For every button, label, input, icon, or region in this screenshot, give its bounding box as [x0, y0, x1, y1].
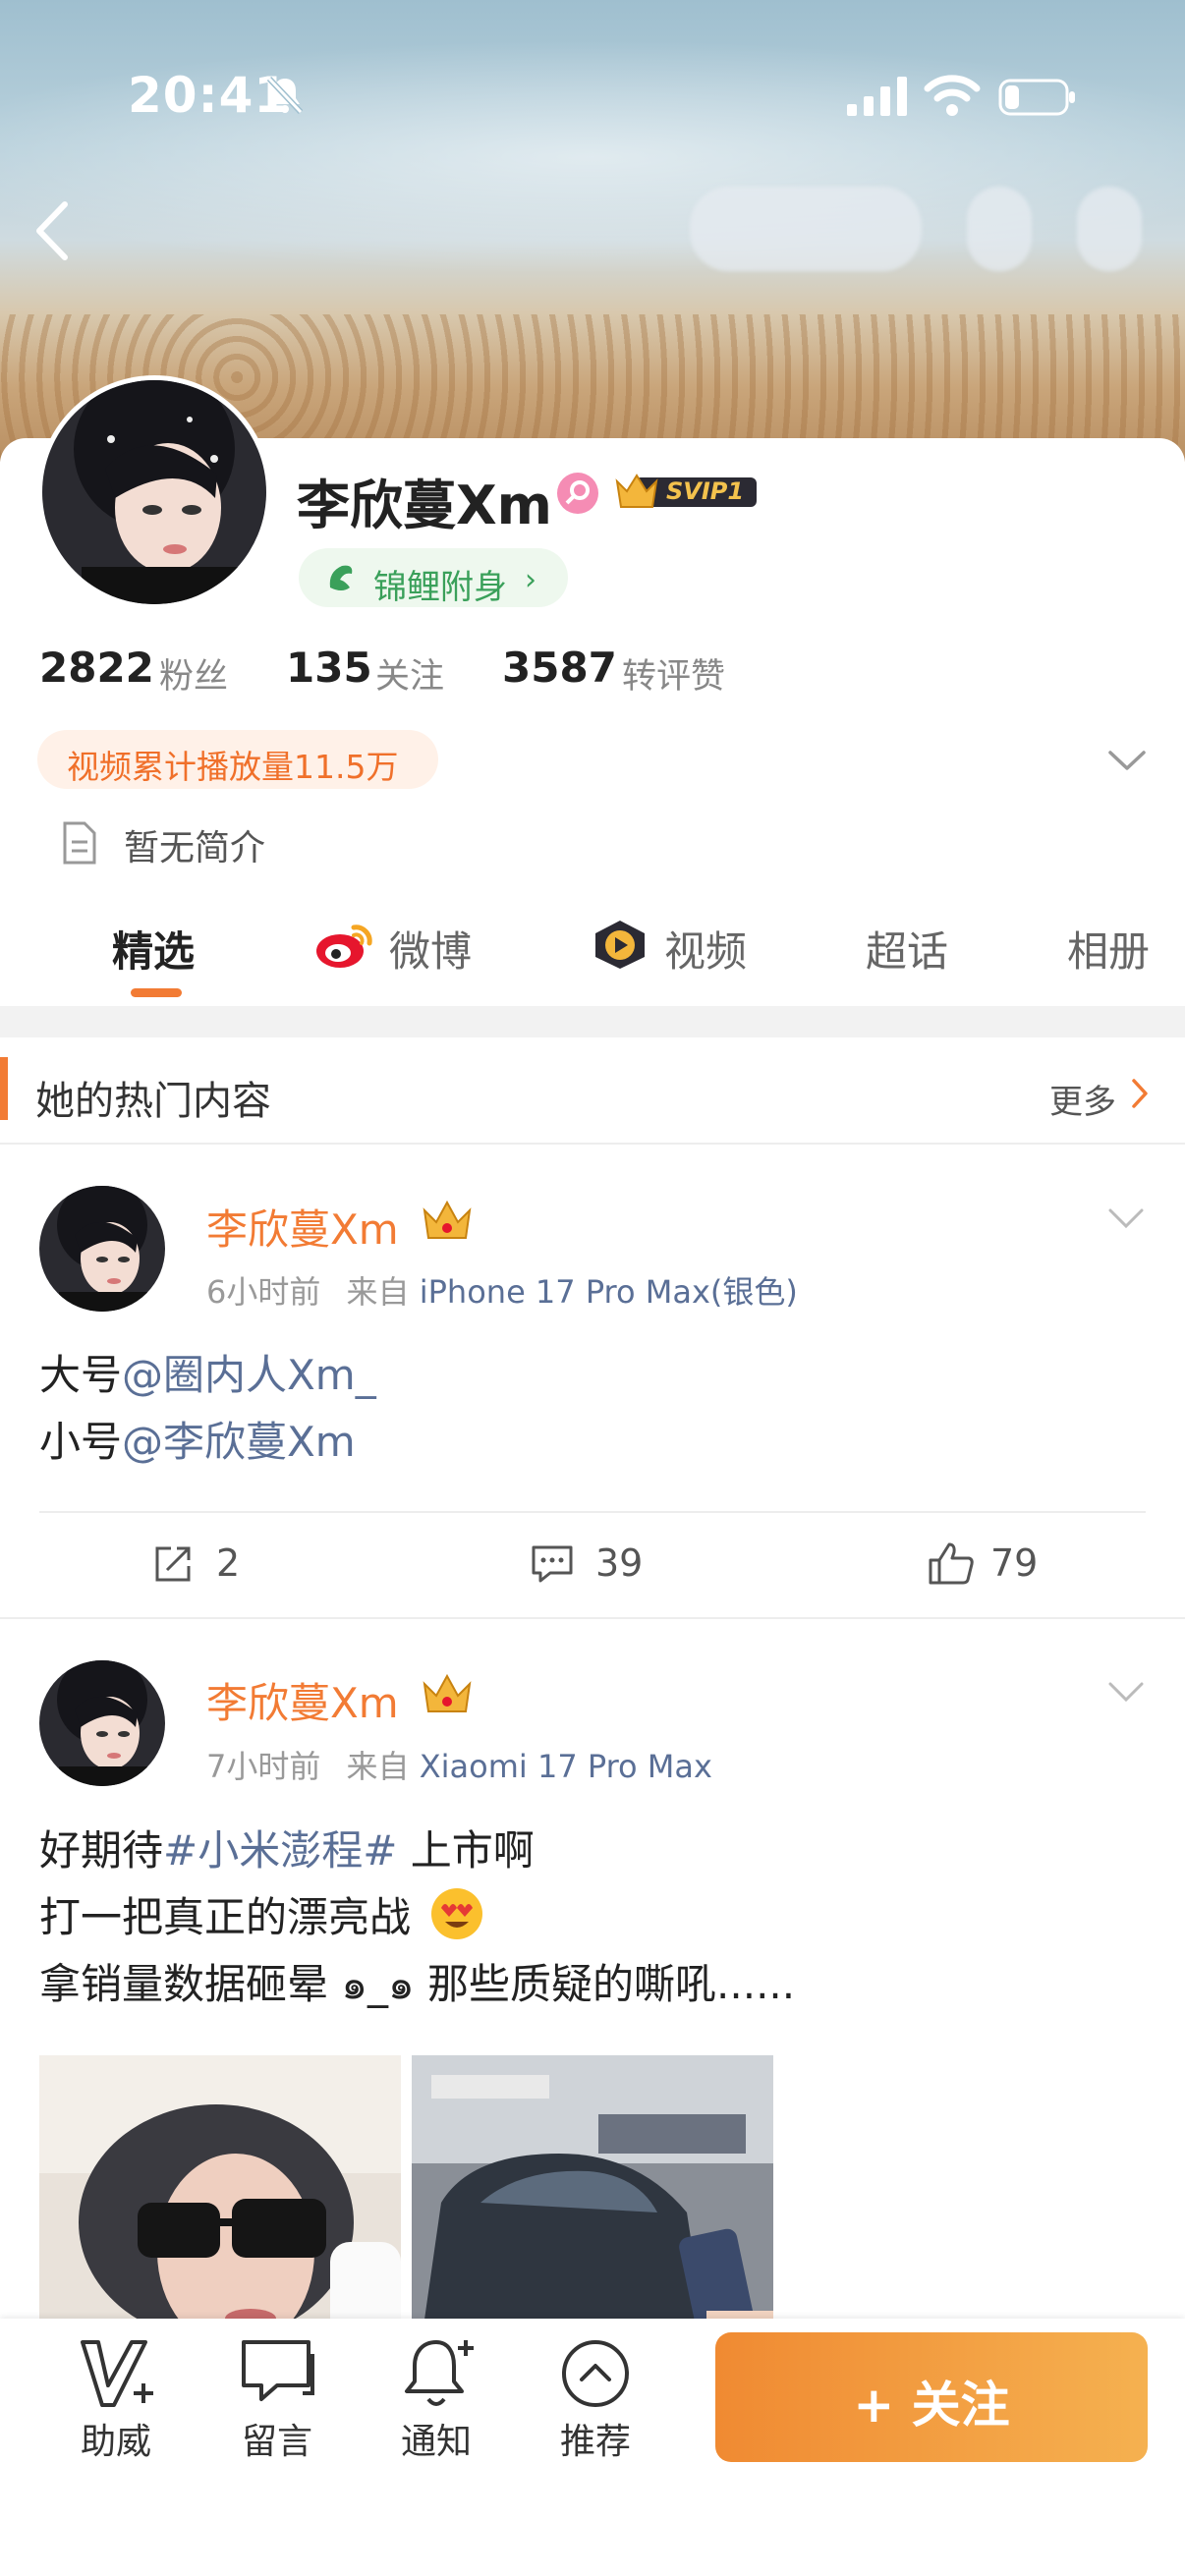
post-menu-chevron-icon[interactable]: [1106, 1206, 1146, 1232]
followers-label[interactable]: 粉丝: [159, 648, 228, 699]
message-bubble-icon[interactable]: [238, 2334, 316, 2413]
following-label[interactable]: 关注: [375, 648, 444, 699]
like-count[interactable]: 79: [990, 1541, 1038, 1585]
interactions-count[interactable]: 3587: [502, 644, 617, 692]
notification-bell-icon[interactable]: [397, 2334, 476, 2413]
post-author-avatar[interactable]: [39, 1660, 165, 1786]
post-text: 好期待: [39, 1826, 164, 1875]
tab-supertopic[interactable]: 超话: [866, 919, 948, 979]
battery-icon: [998, 79, 1075, 116]
message-label[interactable]: 留言: [218, 2413, 336, 2464]
weibo-icon: [316, 924, 372, 968]
followers-count[interactable]: 2822: [39, 644, 154, 692]
post-separator: [0, 1617, 1185, 1619]
tab-video[interactable]: 视频: [664, 919, 747, 979]
comment-icon[interactable]: [531, 1544, 574, 1584]
tab-album[interactable]: 相册: [1067, 919, 1150, 979]
profile-name: 李欣蔓Xm: [297, 475, 552, 536]
back-arrow-icon[interactable]: [28, 196, 77, 265]
like-thumb-icon[interactable]: [928, 1540, 975, 1586]
post-text: 小号: [39, 1418, 123, 1466]
tab-weibo[interactable]: 微博: [389, 919, 472, 979]
interactions-label[interactable]: 转评赞: [622, 648, 725, 699]
post-image-car[interactable]: [412, 2055, 773, 2340]
repost-count[interactable]: 2: [216, 1541, 240, 1585]
follow-button-label[interactable]: + 关注: [715, 2366, 1148, 2436]
chevron-right-icon[interactable]: [1130, 1077, 1150, 1110]
section-divider: [0, 1006, 1185, 1037]
header-menu-button[interactable]: [1077, 187, 1142, 271]
mention-link[interactable]: @李欣蔓Xm: [122, 1418, 356, 1466]
mention-link[interactable]: @圈内人Xm_: [122, 1351, 376, 1399]
chevron-right-icon: ›: [525, 563, 536, 597]
heart-eyes-emoji-icon: [431, 1888, 483, 1939]
crown-icon: [423, 1673, 472, 1712]
post-text: 大号: [39, 1351, 123, 1399]
wifi-icon: [924, 75, 981, 116]
koi-label: 锦鲤附身: [373, 568, 507, 607]
profile-avatar[interactable]: [37, 375, 271, 609]
video-plays-text: 视频累计播放量11.5万: [67, 748, 399, 786]
hot-content-title: 她的热门内容: [35, 1079, 271, 1124]
post-time: 7小时前: [206, 1748, 321, 1785]
chevron-down-icon[interactable]: [1104, 745, 1150, 774]
svip-badge[interactable]: SVIP1: [615, 468, 759, 513]
header-icon-button[interactable]: [967, 187, 1032, 271]
document-icon: [63, 821, 96, 865]
crown-icon: [423, 1200, 472, 1239]
section-accent-bar: [0, 1057, 8, 1120]
koi-fish-icon: [329, 565, 353, 590]
post-source-prefix: 来自: [346, 1748, 410, 1785]
divider: [39, 1511, 1146, 1513]
notify-label[interactable]: 通知: [377, 2413, 495, 2464]
post-author-name[interactable]: 李欣蔓Xm: [206, 1670, 399, 1730]
hashtag-link[interactable]: #小米澎程#: [163, 1826, 397, 1875]
post-source[interactable]: Xiaomi 17 Pro Max: [420, 1748, 712, 1785]
divider: [0, 1143, 1185, 1145]
header-action-button[interactable]: [690, 187, 922, 271]
post-menu-chevron-icon[interactable]: [1106, 1680, 1146, 1706]
post-source-prefix: 来自: [346, 1273, 410, 1311]
more-link[interactable]: 更多: [1049, 1075, 1116, 1123]
svip-label: SVIP1: [666, 477, 745, 505]
following-count[interactable]: 135: [286, 644, 372, 692]
post-source[interactable]: iPhone 17 Pro Max(银色): [420, 1273, 798, 1311]
repost-icon[interactable]: [151, 1542, 195, 1586]
comment-count[interactable]: 39: [595, 1541, 643, 1585]
active-tab-indicator: [131, 988, 182, 997]
recommend-up-icon[interactable]: [556, 2334, 635, 2413]
post-text: 拿销量数据砸晕 ๑_๑ 那些质疑的嘶吼......: [39, 1960, 796, 2008]
tab-featured[interactable]: 精选: [112, 919, 195, 979]
female-gender-icon: [557, 473, 598, 514]
recommend-label[interactable]: 推荐: [536, 2413, 654, 2464]
signal-icon: [847, 77, 907, 116]
video-channel-icon: [595, 921, 645, 969]
post-image-selfie[interactable]: [39, 2055, 401, 2340]
post-time: 6小时前: [206, 1273, 321, 1311]
cheer-v-plus-icon[interactable]: [77, 2334, 155, 2413]
post-text: 打一把真正的漂亮战: [39, 1893, 412, 1941]
bell-muted-icon: [266, 76, 304, 115]
post-text: 上市啊: [397, 1826, 535, 1875]
post-author-avatar[interactable]: [39, 1186, 165, 1312]
post-author-name[interactable]: 李欣蔓Xm: [206, 1197, 399, 1257]
bio-text: 暂无简介: [124, 828, 266, 868]
cheer-label[interactable]: 助威: [57, 2413, 175, 2464]
